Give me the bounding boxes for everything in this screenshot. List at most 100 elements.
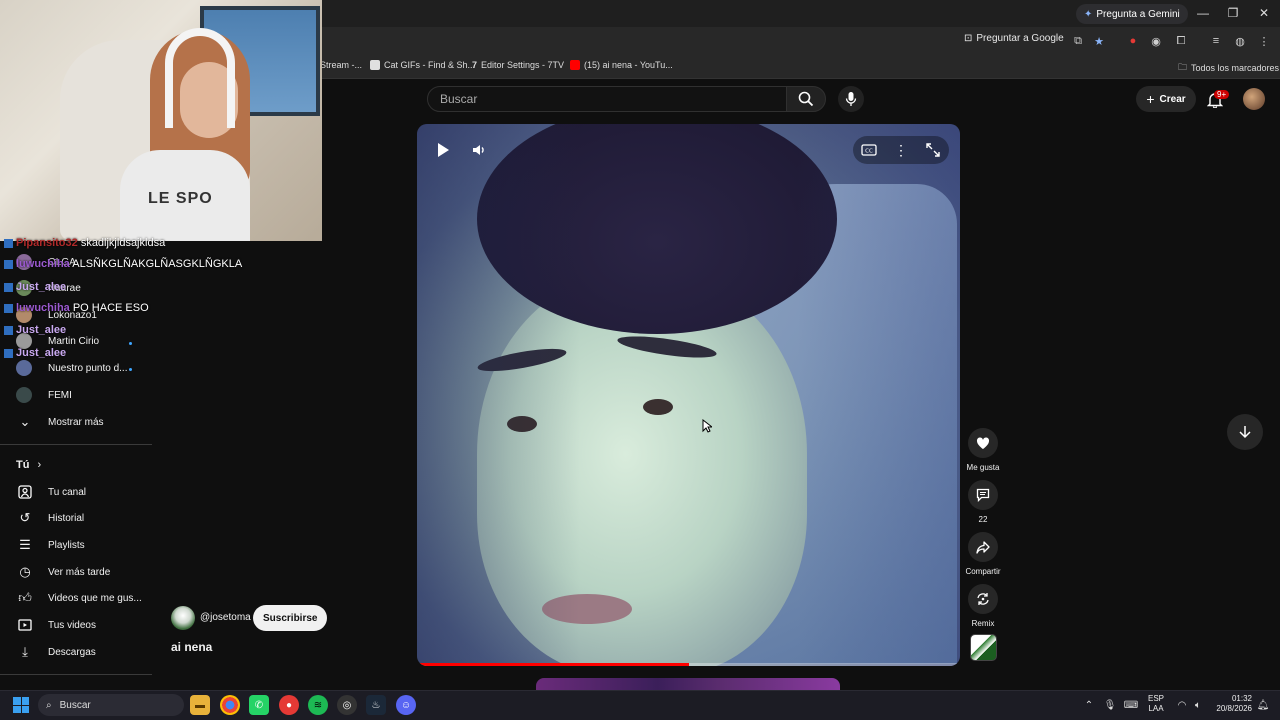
- extension-record-icon[interactable]: ●: [1125, 33, 1141, 49]
- plus-icon: +: [1146, 91, 1155, 107]
- restore-button[interactable]: ❐: [1221, 4, 1245, 22]
- ask-google-button[interactable]: ⊡ Preguntar a Google: [964, 33, 1064, 44]
- webcam-overlay: LE SPO: [0, 0, 322, 241]
- puzzle-icon[interactable]: ⧠: [1173, 33, 1189, 49]
- channel-avatar[interactable]: [171, 606, 195, 630]
- all-bookmarks[interactable]: 🗀 Todos los marcadores: [1178, 60, 1279, 76]
- chevron-up-icon[interactable]: ⌃: [1082, 698, 1096, 712]
- chat-message: luwuchiha ALSÑKGLÑAKGLÑASGKLÑGKLA: [4, 258, 242, 270]
- close-button[interactable]: ✕: [1252, 4, 1276, 22]
- obs-record-icon[interactable]: ●: [279, 695, 299, 715]
- mouse-cursor-icon: [702, 419, 712, 433]
- sparkle-icon: ✦: [1084, 8, 1093, 20]
- obs-studio-icon[interactable]: ◎: [337, 695, 357, 715]
- progress-fill: [417, 663, 689, 666]
- star-icon[interactable]: ★: [1091, 33, 1107, 49]
- download-icon: ⤓: [22, 644, 28, 659]
- chat-message: luwuchiha PO HACE ESO: [4, 302, 149, 314]
- play-button[interactable]: [430, 137, 456, 163]
- webcam-shirt-text: LE SPO: [148, 190, 213, 207]
- sidebar-item-history[interactable]: ↺ Historial: [16, 506, 85, 530]
- gemini-button[interactable]: ✦ Pregunta a Gemini: [1076, 4, 1188, 24]
- spotify-icon[interactable]: ≋: [308, 695, 328, 715]
- sub-badge-icon: [4, 303, 13, 313]
- volume-icon[interactable]: 🔈︎: [1191, 698, 1205, 712]
- next-short-preview: [536, 678, 840, 690]
- you-heading[interactable]: Tú ›: [16, 453, 41, 477]
- sidebar-item-your-videos[interactable]: Tus videos: [16, 613, 96, 637]
- windows-start-icon[interactable]: [13, 697, 29, 713]
- chevron-right-icon: ›: [37, 459, 42, 471]
- show-more-button[interactable]: ⌄ Mostrar más: [16, 410, 104, 434]
- language-indicator[interactable]: ESP LAA: [1148, 694, 1164, 714]
- volume-button[interactable]: [466, 137, 492, 163]
- chat-message: Just_alee: [4, 281, 66, 293]
- remix-label: Remix: [971, 619, 995, 628]
- sidebar-item-liked-videos[interactable]: 👍︎ Videos que me gus...: [16, 586, 142, 610]
- video-icon: [16, 616, 34, 634]
- bookmark-7tv[interactable]: 7 Editor Settings - 7TV: [472, 60, 564, 70]
- comment-icon: [976, 488, 990, 502]
- svg-text:CC: CC: [865, 149, 873, 155]
- bookmark-stream[interactable]: Stream -...: [320, 60, 362, 70]
- sidebar-item-watch-later[interactable]: ◷ Ver más tarde: [16, 560, 110, 584]
- notification-bell-icon[interactable]: 🔔︎: [1256, 698, 1270, 712]
- sidebar-item-your-channel[interactable]: Tu canal: [16, 480, 86, 504]
- chevron-down-icon: ⌄: [19, 414, 31, 429]
- reading-list-icon[interactable]: ≡: [1208, 33, 1224, 49]
- avatar: [16, 387, 32, 403]
- whatsapp-icon[interactable]: ✆: [249, 695, 269, 715]
- sub-badge-icon: [4, 259, 13, 269]
- create-button[interactable]: + Crear: [1136, 86, 1196, 112]
- like-button[interactable]: [968, 428, 998, 458]
- sidebar-sub-nuestro-punto[interactable]: Nuestro punto d...: [16, 356, 128, 380]
- steam-icon[interactable]: ♨: [366, 695, 386, 715]
- sidebar-item-playlists[interactable]: ☰ Playlists: [16, 533, 85, 557]
- sub-badge-icon: [4, 325, 13, 335]
- remix-button[interactable]: [968, 584, 998, 614]
- short-video-player[interactable]: CC ⋮: [417, 124, 960, 666]
- search-input[interactable]: Buscar: [427, 86, 787, 112]
- sub-badge-icon: [4, 238, 13, 248]
- bookmark-cat-gifs[interactable]: Cat GIFs - Find & Sh...: [370, 60, 475, 70]
- bookmark-youtube[interactable]: (15) ai nena - YouTu...: [570, 60, 673, 70]
- minimize-button[interactable]: —: [1191, 4, 1215, 22]
- keyboard-icon[interactable]: ⌨: [1124, 698, 1138, 712]
- like-label: Me gusta: [966, 463, 1000, 472]
- youtube-icon: [570, 60, 580, 70]
- taskbar-search[interactable]: ⌕ Buscar: [38, 694, 184, 716]
- remix-thumbnail[interactable]: [970, 634, 997, 661]
- profile-icon[interactable]: ◍: [1232, 33, 1248, 49]
- voice-search-button[interactable]: [838, 86, 864, 112]
- comments-button[interactable]: [968, 480, 998, 510]
- next-short-button[interactable]: [1227, 414, 1263, 450]
- headset-icon: [165, 28, 235, 128]
- 7tv-icon: 7: [472, 60, 478, 70]
- discord-icon[interactable]: ☺: [396, 695, 416, 715]
- microphone-icon: [845, 92, 857, 106]
- search-button[interactable]: [786, 86, 826, 112]
- taskbar-clock[interactable]: 01:32 20/8/2026: [1212, 694, 1252, 714]
- fullscreen-button[interactable]: [920, 137, 946, 163]
- share-button[interactable]: [968, 532, 998, 562]
- wifi-icon[interactable]: ◠: [1175, 698, 1189, 712]
- file-explorer-icon[interactable]: ▬: [190, 695, 210, 715]
- cat-gif-icon: [370, 60, 380, 70]
- avatar[interactable]: [1243, 88, 1265, 110]
- extension-icon[interactable]: ◉: [1148, 33, 1164, 49]
- thumb-up-icon: 👍︎: [18, 590, 32, 605]
- more-options-button[interactable]: ⋮: [888, 137, 914, 163]
- sidebar-item-downloads[interactable]: ⤓ Descargas: [16, 640, 96, 664]
- chat-message: Pipansito32 skadljkjldsajkldsa: [4, 237, 165, 249]
- channel-name[interactable]: @josetoma: [200, 612, 251, 623]
- microphone-icon[interactable]: 🎙︎: [1103, 698, 1117, 712]
- expand-icon: [926, 143, 940, 157]
- sidebar-sub-femi[interactable]: FEMI: [16, 383, 72, 407]
- subscribe-button[interactable]: Suscribirse: [253, 605, 328, 631]
- captions-button[interactable]: CC: [856, 137, 882, 163]
- menu-dots-icon[interactable]: ⋮: [1256, 33, 1272, 49]
- chat-message: Just_alee: [4, 324, 66, 336]
- chrome-icon[interactable]: [220, 695, 240, 715]
- volume-icon: [473, 145, 484, 155]
- cast-icon[interactable]: ⧉: [1070, 33, 1086, 49]
